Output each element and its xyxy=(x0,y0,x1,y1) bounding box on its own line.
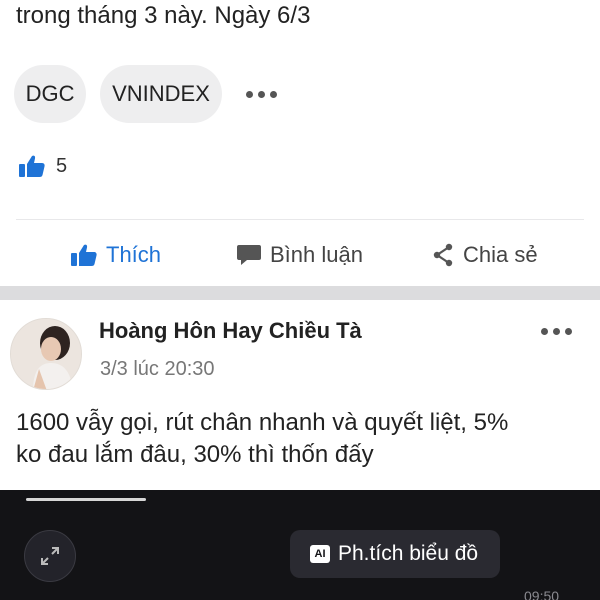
share-button[interactable]: Chia sẻ xyxy=(431,236,538,274)
comment-icon xyxy=(237,245,261,265)
like-button[interactable]: Thích xyxy=(70,236,161,274)
post-separator xyxy=(0,286,600,300)
post-timestamp: 3/3 lúc 20:30 xyxy=(100,358,215,380)
like-button-label: Thích xyxy=(106,242,162,267)
post-more-icon[interactable] xyxy=(541,328,572,335)
tag-list: DGC VNINDEX xyxy=(14,65,277,123)
post-actions: Thích Bình luận Chia sẻ xyxy=(0,236,600,276)
expand-icon xyxy=(41,547,59,565)
drag-handle[interactable] xyxy=(26,498,146,501)
comment-button[interactable]: Bình luận xyxy=(236,236,363,274)
share-icon xyxy=(433,243,453,267)
ai-icon: AI xyxy=(310,545,330,563)
tags-more-icon[interactable] xyxy=(246,90,277,98)
post-body-line: ko đau lắm đâu, 30% thì thốn đấy xyxy=(16,441,374,468)
post-text-line: trong tháng 3 này. Ngày 6/3 xyxy=(16,2,311,29)
post-body-line: 1600 vẫy gọi, rút chân nhanh và quyết li… xyxy=(16,409,509,436)
thumbs-up-icon xyxy=(71,244,97,266)
post-body: 1600 vẫy gọi, rút chân nhanh và quyết li… xyxy=(16,407,586,471)
post-author[interactable]: Hoàng Hôn Hay Chiều Tà xyxy=(99,318,362,344)
analyze-chart-button[interactable]: AI Ph.tích biểu đồ xyxy=(290,530,500,578)
thumbs-up-icon xyxy=(19,155,45,177)
clock-readout: 09:50 xyxy=(524,588,560,600)
tag-vnindex[interactable]: VNINDEX xyxy=(100,65,222,123)
comment-button-label: Bình luận xyxy=(270,242,363,267)
avatar[interactable] xyxy=(10,318,82,390)
like-count[interactable]: 5 xyxy=(18,154,67,178)
like-count-number: 5 xyxy=(56,154,68,177)
divider xyxy=(16,219,584,220)
tag-dgc[interactable]: DGC xyxy=(14,65,86,123)
analyze-chart-label: Ph.tích biểu đồ xyxy=(338,542,479,565)
expand-button[interactable] xyxy=(24,530,76,582)
share-button-label: Chia sẻ xyxy=(463,242,538,267)
